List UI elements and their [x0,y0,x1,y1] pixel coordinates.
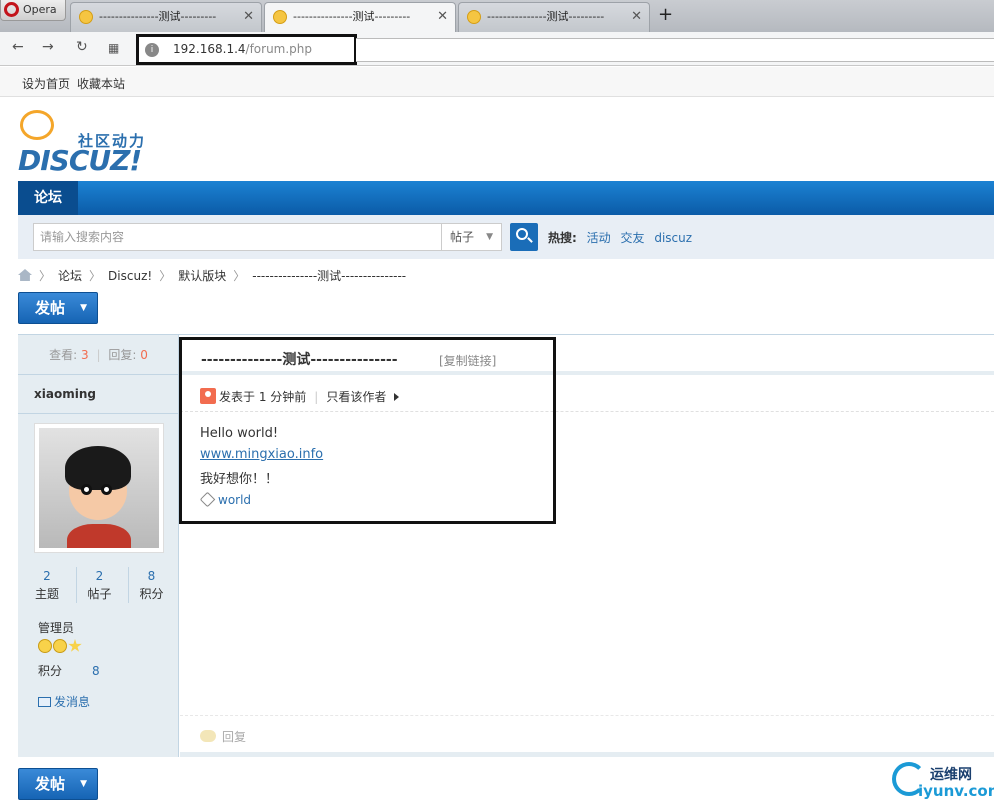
avatar[interactable] [34,423,164,553]
smile-icon [53,639,67,653]
new-post-label: 发帖 [35,775,66,793]
back-arrow-icon[interactable]: ← [12,39,24,55]
author-role[interactable]: 管理员 [38,619,74,636]
stat-points[interactable]: 8 积分 [128,567,174,603]
browser-tab[interactable]: ---------------测试--------- ✕ [70,2,262,32]
author-sidebar: 查看: 3 | 回复: 0 xiaoming 2 主题 2 帖子 8 积分 管理… [18,335,179,757]
discuz-logo[interactable]: 社区动力 DISCUZ! [18,108,158,177]
new-tab-button[interactable]: + [658,4,673,25]
reply-icon [200,730,216,742]
home-icon[interactable] [18,269,32,281]
forward-arrow-icon[interactable]: → [42,39,54,55]
tag-icon [199,491,216,508]
search-bar: 请输入搜索内容 帖子 ▼ 热搜: 活动 交友 discuz [18,215,994,259]
new-post-label: 发帖 [35,299,66,317]
close-icon[interactable]: ✕ [243,3,254,31]
chevron-down-icon: ▼ [486,232,493,242]
search-type-select[interactable]: 帖子 ▼ [441,223,502,251]
browser-tab-active[interactable]: ---------------测试--------- ✕ [264,2,456,33]
address-toolbar: ← → ↻ ▦ i 192.168.1.4/forum.php [0,32,994,66]
post-link[interactable]: www.mingxiao.info [200,447,323,462]
search-input[interactable]: 请输入搜索内容 [33,223,442,251]
play-arrow-icon [394,393,400,401]
hot-searches: 热搜: 活动 交友 discuz [548,229,692,246]
opera-logo-icon [4,2,19,17]
post-tag[interactable]: world [199,491,251,508]
only-author-link[interactable]: 只看该作者 [326,390,386,404]
address-bar-extension[interactable] [356,38,994,62]
hot-search-link[interactable]: 活动 [587,231,611,245]
post-text: Hello world! [200,426,279,441]
envelope-icon [38,697,51,707]
chevron-down-icon: ▼ [80,779,87,789]
top-links-bar: 设为首页 收藏本站 [0,67,994,97]
url-text: 192.168.1.4/forum.php [173,42,313,56]
views-count: 3 [81,348,89,362]
search-button[interactable] [510,223,538,251]
replies-count: 0 [140,348,148,362]
main-nav: 论坛 [18,181,994,215]
tab-label: ---------------测试--------- [99,10,217,23]
new-post-button-bottom[interactable]: 发帖 ▼ [18,768,98,800]
hot-search-link[interactable]: 交友 [620,231,644,245]
post-text: 我好想你！！ [200,472,279,487]
hot-search-link[interactable]: discuz [654,231,692,245]
search-type-label: 帖子 [450,230,475,244]
speed-dial-icon[interactable]: ▦ [108,41,119,55]
browser-tab-bar: Opera ---------------测试--------- ✕ -----… [0,0,994,33]
site-info-icon[interactable]: i [145,43,159,57]
rank-badges [38,639,82,656]
reload-icon[interactable]: ↻ [76,39,88,55]
opera-menu-label: Opera [23,3,57,16]
thread-stats: 查看: 3 | 回复: 0 [18,335,179,375]
address-bar[interactable]: i 192.168.1.4/forum.php [136,34,357,65]
reply-button[interactable]: 回复 [200,728,246,745]
bookmark-link[interactable]: 收藏本站 [77,75,125,92]
smile-icon [38,639,52,653]
send-message-link[interactable]: 发消息 [38,693,90,710]
thread-title: --------------测试--------------- [201,352,398,368]
stat-posts[interactable]: 2 帖子 [76,567,122,603]
star-icon [68,639,82,652]
opera-menu-button[interactable]: Opera [0,0,66,21]
stat-topics[interactable]: 2 主题 [24,567,70,603]
breadcrumb: 〉论坛〉 Discuz! 〉默认版块〉 ---------------测试------… [18,267,406,283]
discuz-favicon-icon [467,10,481,24]
tab-label: ---------------测试--------- [293,10,411,23]
close-icon[interactable]: ✕ [631,3,642,31]
breadcrumb-item[interactable]: ---------------测试--------------- [252,269,406,283]
author-points: 积分 8 [38,664,100,678]
user-online-icon [200,388,216,404]
post-content-highlight: --------------测试--------------- [复制链接] 发… [179,337,556,524]
copy-link-button[interactable]: [复制链接] [439,352,496,369]
post-time: 发表于 1 分钟前 [219,390,307,404]
nav-item-forum[interactable]: 论坛 [18,181,78,215]
new-post-button[interactable]: 发帖 ▼ [18,292,98,324]
speech-bubble-icon [20,110,54,140]
close-icon[interactable]: ✕ [437,3,448,31]
post-meta: 发表于 1 分钟前 | 只看该作者 [200,388,400,405]
site-watermark: 运维网 iyunv.com [892,762,994,806]
chevron-down-icon: ▼ [80,303,87,313]
logo-wordmark: DISCUZ! [18,144,142,177]
set-home-link[interactable]: 设为首页 [22,75,70,92]
breadcrumb-item[interactable]: Discuz! [108,269,152,283]
discuz-favicon-icon [273,10,287,24]
discuz-favicon-icon [79,10,93,24]
breadcrumb-item[interactable]: 默认版块 [178,269,226,283]
breadcrumb-item[interactable]: 论坛 [58,269,82,283]
browser-tab[interactable]: ---------------测试--------- ✕ [458,2,650,32]
author-stats: 2 主题 2 帖子 8 积分 [24,567,174,605]
tab-label: ---------------测试--------- [487,10,605,23]
author-name[interactable]: xiaoming [34,387,96,401]
hot-search-label: 热搜: [548,231,577,245]
